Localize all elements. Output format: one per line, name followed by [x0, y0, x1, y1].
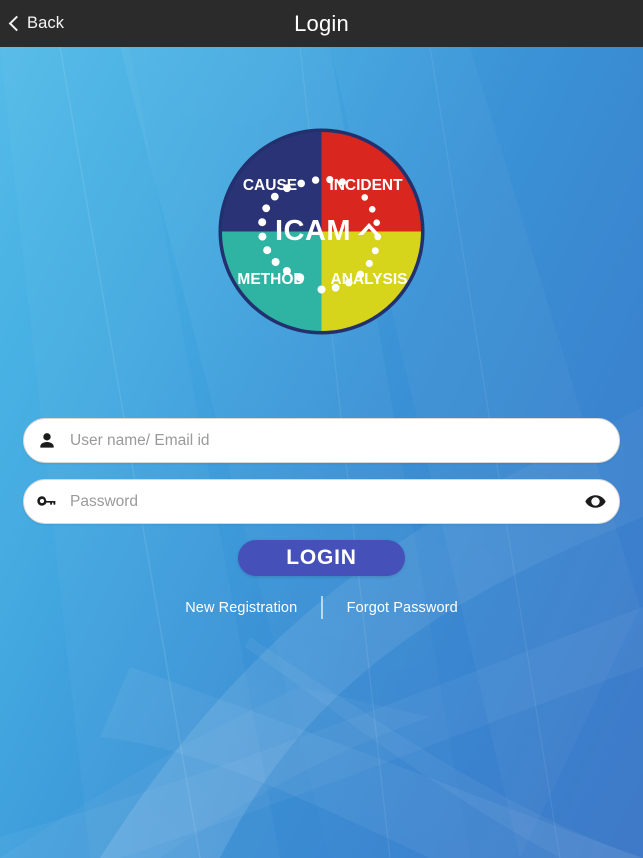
page-title: Login: [294, 11, 349, 36]
password-input[interactable]: [70, 481, 571, 522]
quadrant-label-incident: INCIDENT: [329, 177, 403, 194]
icam-center-text: ICAM: [275, 215, 351, 247]
quadrant-label-analysis: ANALYSIS: [331, 271, 408, 288]
icam-logo-graphic: ICAM CAUSE INCIDENT METHOD ANALYSIS: [218, 128, 425, 335]
key-icon: [24, 494, 70, 510]
quadrant-label-cause: CAUSE: [243, 177, 297, 194]
username-input[interactable]: [70, 420, 619, 461]
eye-icon[interactable]: [571, 494, 619, 509]
login-screen: Back Login ICAM CAUSE INCIDENT METHOD AN…: [0, 0, 643, 858]
person-icon: [24, 431, 70, 451]
new-registration-link[interactable]: New Registration: [161, 600, 321, 616]
quadrant-label-method: METHOD: [237, 271, 304, 288]
forgot-password-link[interactable]: Forgot Password: [323, 600, 482, 616]
footer-links: New Registration Forgot Password: [0, 596, 643, 619]
username-field-container[interactable]: [23, 418, 620, 463]
app-header: Back Login: [0, 0, 643, 47]
icam-logo: ICAM CAUSE INCIDENT METHOD ANALYSIS: [217, 127, 426, 336]
login-button[interactable]: LOGIN: [238, 540, 405, 576]
password-field-container[interactable]: [23, 479, 620, 524]
